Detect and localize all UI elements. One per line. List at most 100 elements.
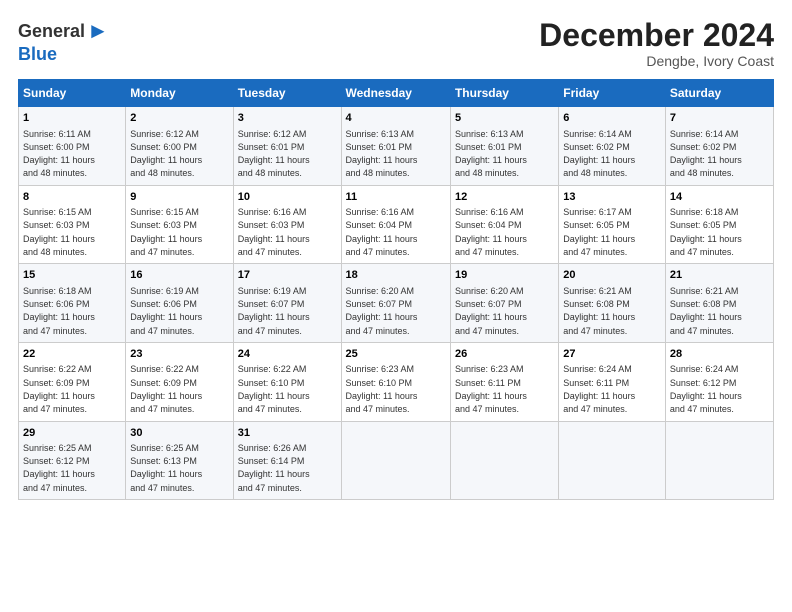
day-header-monday: Monday (126, 80, 233, 107)
day-info: Sunrise: 6:26 AMSunset: 6:14 PMDaylight:… (238, 443, 310, 493)
calendar-week-3: 15 Sunrise: 6:18 AMSunset: 6:06 PMDaylig… (19, 264, 774, 343)
calendar-cell: 26 Sunrise: 6:23 AMSunset: 6:11 PMDaylig… (450, 342, 558, 421)
calendar-cell: 12 Sunrise: 6:16 AMSunset: 6:04 PMDaylig… (450, 185, 558, 264)
day-number: 16 (130, 268, 228, 283)
day-number: 27 (563, 347, 661, 362)
day-info: Sunrise: 6:16 AMSunset: 6:04 PMDaylight:… (346, 207, 418, 257)
day-number: 14 (670, 190, 769, 205)
day-info: Sunrise: 6:20 AMSunset: 6:07 PMDaylight:… (455, 286, 527, 336)
day-number: 26 (455, 347, 554, 362)
day-number: 28 (670, 347, 769, 362)
day-number: 24 (238, 347, 337, 362)
day-number: 15 (23, 268, 121, 283)
calendar-cell: 22 Sunrise: 6:22 AMSunset: 6:09 PMDaylig… (19, 342, 126, 421)
day-info: Sunrise: 6:13 AMSunset: 6:01 PMDaylight:… (346, 129, 418, 179)
calendar-cell: 4 Sunrise: 6:13 AMSunset: 6:01 PMDayligh… (341, 107, 450, 186)
calendar-cell: 18 Sunrise: 6:20 AMSunset: 6:07 PMDaylig… (341, 264, 450, 343)
day-info: Sunrise: 6:18 AMSunset: 6:05 PMDaylight:… (670, 207, 742, 257)
day-number: 8 (23, 190, 121, 205)
day-number: 12 (455, 190, 554, 205)
day-number: 7 (670, 111, 769, 126)
day-info: Sunrise: 6:19 AMSunset: 6:06 PMDaylight:… (130, 286, 202, 336)
day-number: 1 (23, 111, 121, 126)
day-info: Sunrise: 6:13 AMSunset: 6:01 PMDaylight:… (455, 129, 527, 179)
day-number: 22 (23, 347, 121, 362)
calendar-cell: 1 Sunrise: 6:11 AMSunset: 6:00 PMDayligh… (19, 107, 126, 186)
logo: General ► Blue (18, 18, 109, 65)
day-info: Sunrise: 6:11 AMSunset: 6:00 PMDaylight:… (23, 129, 95, 179)
calendar-cell: 17 Sunrise: 6:19 AMSunset: 6:07 PMDaylig… (233, 264, 341, 343)
calendar-cell: 8 Sunrise: 6:15 AMSunset: 6:03 PMDayligh… (19, 185, 126, 264)
day-number: 17 (238, 268, 337, 283)
day-info: Sunrise: 6:23 AMSunset: 6:10 PMDaylight:… (346, 364, 418, 414)
day-info: Sunrise: 6:20 AMSunset: 6:07 PMDaylight:… (346, 286, 418, 336)
calendar-header-row: SundayMondayTuesdayWednesdayThursdayFrid… (19, 80, 774, 107)
day-number: 5 (455, 111, 554, 126)
location-title: Dengbe, Ivory Coast (539, 53, 774, 69)
day-number: 23 (130, 347, 228, 362)
month-title: December 2024 (539, 18, 774, 53)
calendar-cell: 16 Sunrise: 6:19 AMSunset: 6:06 PMDaylig… (126, 264, 233, 343)
day-number: 11 (346, 190, 446, 205)
calendar-body: 1 Sunrise: 6:11 AMSunset: 6:00 PMDayligh… (19, 107, 774, 500)
calendar-cell: 29 Sunrise: 6:25 AMSunset: 6:12 PMDaylig… (19, 421, 126, 500)
calendar-cell: 23 Sunrise: 6:22 AMSunset: 6:09 PMDaylig… (126, 342, 233, 421)
day-info: Sunrise: 6:24 AMSunset: 6:12 PMDaylight:… (670, 364, 742, 414)
day-number: 31 (238, 426, 337, 441)
calendar-cell: 28 Sunrise: 6:24 AMSunset: 6:12 PMDaylig… (665, 342, 773, 421)
calendar-cell: 19 Sunrise: 6:20 AMSunset: 6:07 PMDaylig… (450, 264, 558, 343)
day-info: Sunrise: 6:16 AMSunset: 6:03 PMDaylight:… (238, 207, 310, 257)
day-info: Sunrise: 6:24 AMSunset: 6:11 PMDaylight:… (563, 364, 635, 414)
calendar-cell: 10 Sunrise: 6:16 AMSunset: 6:03 PMDaylig… (233, 185, 341, 264)
calendar-week-1: 1 Sunrise: 6:11 AMSunset: 6:00 PMDayligh… (19, 107, 774, 186)
day-number: 2 (130, 111, 228, 126)
calendar-cell: 15 Sunrise: 6:18 AMSunset: 6:06 PMDaylig… (19, 264, 126, 343)
calendar-cell: 2 Sunrise: 6:12 AMSunset: 6:00 PMDayligh… (126, 107, 233, 186)
calendar-cell (665, 421, 773, 500)
day-number: 4 (346, 111, 446, 126)
calendar-cell: 11 Sunrise: 6:16 AMSunset: 6:04 PMDaylig… (341, 185, 450, 264)
calendar-cell: 24 Sunrise: 6:22 AMSunset: 6:10 PMDaylig… (233, 342, 341, 421)
day-info: Sunrise: 6:16 AMSunset: 6:04 PMDaylight:… (455, 207, 527, 257)
day-info: Sunrise: 6:12 AMSunset: 6:00 PMDaylight:… (130, 129, 202, 179)
day-info: Sunrise: 6:14 AMSunset: 6:02 PMDaylight:… (670, 129, 742, 179)
day-header-saturday: Saturday (665, 80, 773, 107)
calendar-cell (341, 421, 450, 500)
day-info: Sunrise: 6:21 AMSunset: 6:08 PMDaylight:… (670, 286, 742, 336)
calendar-cell: 20 Sunrise: 6:21 AMSunset: 6:08 PMDaylig… (559, 264, 666, 343)
calendar-week-5: 29 Sunrise: 6:25 AMSunset: 6:12 PMDaylig… (19, 421, 774, 500)
header: General ► Blue December 2024 Dengbe, Ivo… (18, 18, 774, 69)
calendar-cell: 6 Sunrise: 6:14 AMSunset: 6:02 PMDayligh… (559, 107, 666, 186)
calendar-cell: 30 Sunrise: 6:25 AMSunset: 6:13 PMDaylig… (126, 421, 233, 500)
day-info: Sunrise: 6:15 AMSunset: 6:03 PMDaylight:… (130, 207, 202, 257)
calendar-cell (450, 421, 558, 500)
day-number: 18 (346, 268, 446, 283)
calendar-cell: 31 Sunrise: 6:26 AMSunset: 6:14 PMDaylig… (233, 421, 341, 500)
day-info: Sunrise: 6:22 AMSunset: 6:10 PMDaylight:… (238, 364, 310, 414)
day-number: 19 (455, 268, 554, 283)
logo-general-text: General (18, 21, 85, 42)
calendar-cell: 7 Sunrise: 6:14 AMSunset: 6:02 PMDayligh… (665, 107, 773, 186)
calendar-cell: 27 Sunrise: 6:24 AMSunset: 6:11 PMDaylig… (559, 342, 666, 421)
calendar-week-2: 8 Sunrise: 6:15 AMSunset: 6:03 PMDayligh… (19, 185, 774, 264)
title-section: December 2024 Dengbe, Ivory Coast (539, 18, 774, 69)
day-info: Sunrise: 6:22 AMSunset: 6:09 PMDaylight:… (130, 364, 202, 414)
day-header-sunday: Sunday (19, 80, 126, 107)
calendar-cell (559, 421, 666, 500)
day-header-friday: Friday (559, 80, 666, 107)
day-info: Sunrise: 6:21 AMSunset: 6:08 PMDaylight:… (563, 286, 635, 336)
calendar-cell: 13 Sunrise: 6:17 AMSunset: 6:05 PMDaylig… (559, 185, 666, 264)
day-info: Sunrise: 6:25 AMSunset: 6:13 PMDaylight:… (130, 443, 202, 493)
logo-arrow-icon: ► (87, 18, 109, 44)
day-info: Sunrise: 6:18 AMSunset: 6:06 PMDaylight:… (23, 286, 95, 336)
logo-blue-text: Blue (18, 44, 57, 65)
day-header-tuesday: Tuesday (233, 80, 341, 107)
calendar-cell: 3 Sunrise: 6:12 AMSunset: 6:01 PMDayligh… (233, 107, 341, 186)
day-number: 6 (563, 111, 661, 126)
calendar-cell: 21 Sunrise: 6:21 AMSunset: 6:08 PMDaylig… (665, 264, 773, 343)
day-info: Sunrise: 6:22 AMSunset: 6:09 PMDaylight:… (23, 364, 95, 414)
day-number: 13 (563, 190, 661, 205)
page: General ► Blue December 2024 Dengbe, Ivo… (0, 0, 792, 612)
day-info: Sunrise: 6:15 AMSunset: 6:03 PMDaylight:… (23, 207, 95, 257)
calendar-cell: 25 Sunrise: 6:23 AMSunset: 6:10 PMDaylig… (341, 342, 450, 421)
